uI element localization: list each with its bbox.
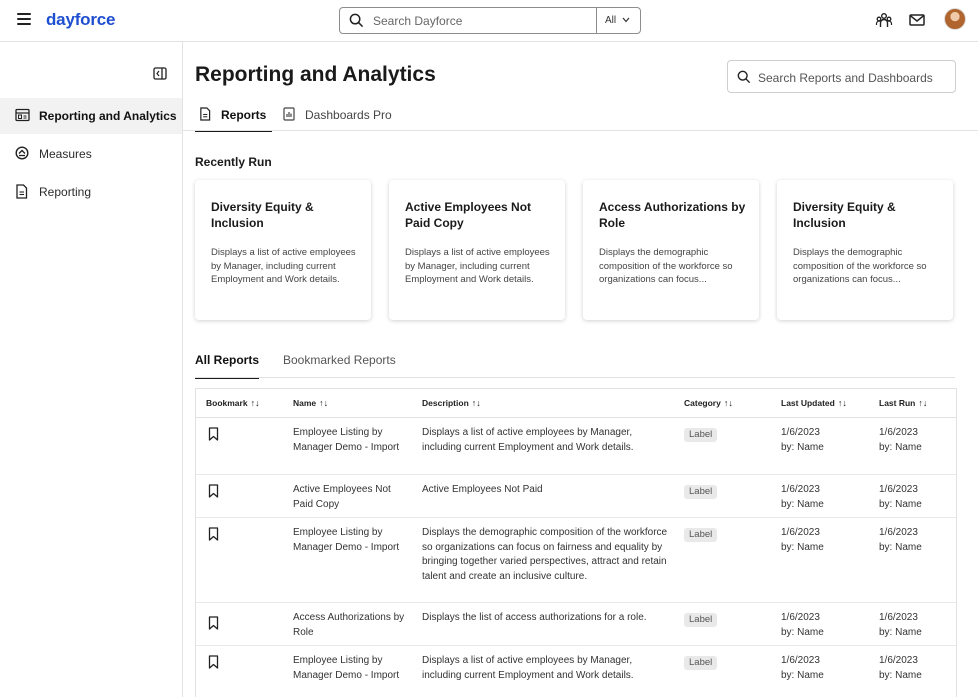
recent-report-card[interactable]: Access Authorizations by Role Displays t… [583,180,759,320]
sidebar-item-label: Reporting [39,185,92,199]
card-title: Diversity Equity & Inclusion [211,200,314,230]
sidebar-item-label: Measures [39,147,92,161]
sidebar-item-measures[interactable]: Measures [0,136,182,172]
category-badge: Label [684,613,718,627]
last-updated: 1/6/2023 by: Name [781,527,824,553]
last-run: 1/6/2023 by: Name [879,655,922,681]
collapse-sidebar-icon[interactable] [153,67,167,80]
table-row[interactable]: Access Authorizations by Role Displays t… [196,603,956,646]
sort-icon: ↑↓ [471,398,481,408]
card-title: Diversity Equity & Inclusion [793,200,896,230]
recently-run-heading: Recently Run [195,155,272,169]
recent-report-card[interactable]: Diversity Equity & Inclusion Displays th… [777,180,953,320]
report-name[interactable]: Access Authorizations by Role [293,611,405,640]
report-description: Displays a list of active employees by M… [422,427,634,453]
table-row[interactable]: Employee Listing by Manager Demo - Impor… [196,518,956,603]
sidebar-item-reporting[interactable]: Reporting [0,174,182,210]
global-search[interactable]: Search Dayforce All [339,7,641,34]
report-name[interactable]: Employee Listing by Manager Demo - Impor… [293,654,405,683]
report-description: Displays the demographic composition of … [422,527,668,582]
measures-icon [15,146,29,160]
tabs-divider [183,130,978,131]
report-description: Active Employees Not Paid [422,484,543,495]
sidebar-item-label: Reporting and Analytics [39,109,177,123]
card-description: Displays a list of active employees by M… [405,247,550,285]
category-badge: Label [684,428,718,442]
column-header-name[interactable]: Name ↑↓ [293,398,328,408]
card-title: Access Authorizations by Role [599,200,746,230]
bookmark-icon[interactable] [208,427,219,441]
report-description: Displays the list of access authorizatio… [422,612,647,623]
category-badge: Label [684,528,718,542]
bookmark-icon[interactable] [208,616,219,630]
last-updated: 1/6/2023 by: Name [781,484,824,510]
last-run: 1/6/2023 by: Name [879,612,922,638]
tab-reports[interactable]: Reports [195,103,272,132]
document-icon [16,184,28,199]
page-title: Reporting and Analytics [195,63,436,86]
tab-dashboards-pro[interactable]: Dashboards Pro [279,103,394,131]
document-icon [200,107,211,121]
last-run: 1/6/2023 by: Name [879,527,922,553]
tab-label: Dashboards Pro [305,108,392,122]
tab-all-reports[interactable]: All Reports [195,353,260,379]
last-run: 1/6/2023 by: Name [879,484,922,510]
column-header-last-run[interactable]: Last Run ↑↓ [879,398,927,408]
card-description: Displays the demographic composition of … [793,247,927,285]
category-badge: Label [684,485,718,499]
last-run: 1/6/2023 by: Name [879,427,922,453]
card-title: Active Employees Not Paid Copy [405,200,532,230]
column-header-last-updated[interactable]: Last Updated ↑↓ [781,398,847,408]
table-row[interactable]: Employee Listing by Manager Demo - Impor… [196,418,956,475]
table-header: Bookmark ↑↓ Name ↑↓ Description ↑↓ Category… [196,389,956,418]
report-description: Displays a list of active employees by M… [422,655,634,681]
dashboard-icon [283,107,295,121]
last-updated: 1/6/2023 by: Name [781,427,824,453]
report-icon [15,108,30,122]
bookmark-icon[interactable] [208,484,219,498]
bookmark-icon[interactable] [208,527,219,541]
search-icon [349,13,364,28]
sort-icon: ↑↓ [837,398,847,408]
top-bar: dayforce Search Dayforce All [0,0,978,42]
menu-icon[interactable] [17,13,31,27]
reports-table: Bookmark ↑↓ Name ↑↓ Description ↑↓ Category… [195,388,957,697]
dayforce-logo[interactable]: dayforce [46,10,115,30]
category-badge: Label [684,656,718,670]
chevron-down-icon [622,17,630,23]
tab-bookmarked-reports[interactable]: Bookmarked Reports [283,353,396,378]
recent-report-card[interactable]: Active Employees Not Paid Copy Displays … [389,180,565,320]
sidebar: Reporting and Analytics Measures Reporti… [0,42,183,697]
sort-icon: ↑↓ [723,398,733,408]
global-search-input[interactable]: Search Dayforce [373,14,462,28]
table-row[interactable]: Employee Listing by Manager Demo - Impor… [196,646,956,697]
search-scope-select[interactable]: All [596,8,640,33]
sidebar-item-reporting-and-analytics[interactable]: Reporting and Analytics [0,98,182,134]
report-search-input[interactable]: Search Reports and Dashboards [758,71,933,85]
avatar[interactable] [944,8,966,30]
sub-tabs-divider [195,377,955,378]
column-header-category[interactable]: Category ↑↓ [684,398,733,408]
report-name[interactable]: Active Employees Not Paid Copy [293,483,405,512]
column-header-bookmark[interactable]: Bookmark ↑↓ [206,398,260,408]
card-description: Displays a list of active employees by M… [211,247,356,285]
sort-icon: ↑↓ [918,398,928,408]
column-header-description[interactable]: Description ↑↓ [422,398,481,408]
report-search[interactable]: Search Reports and Dashboards [727,60,956,93]
last-updated: 1/6/2023 by: Name [781,655,824,681]
report-name[interactable]: Employee Listing by Manager Demo - Impor… [293,426,405,455]
mail-icon[interactable] [908,11,926,29]
report-name[interactable]: Employee Listing by Manager Demo - Impor… [293,526,405,555]
search-icon [737,70,751,84]
search-scope-label: All [605,15,617,26]
table-row[interactable]: Active Employees Not Paid Copy Active Em… [196,475,956,518]
recent-report-card[interactable]: Diversity Equity & Inclusion Displays a … [195,180,371,320]
sort-icon: ↑↓ [319,398,329,408]
people-icon[interactable] [875,11,893,29]
bookmark-icon[interactable] [208,655,219,669]
sort-icon: ↑↓ [250,398,260,408]
last-updated: 1/6/2023 by: Name [781,612,824,638]
tab-label: Reports [221,108,267,122]
card-description: Displays the demographic composition of … [599,247,733,285]
